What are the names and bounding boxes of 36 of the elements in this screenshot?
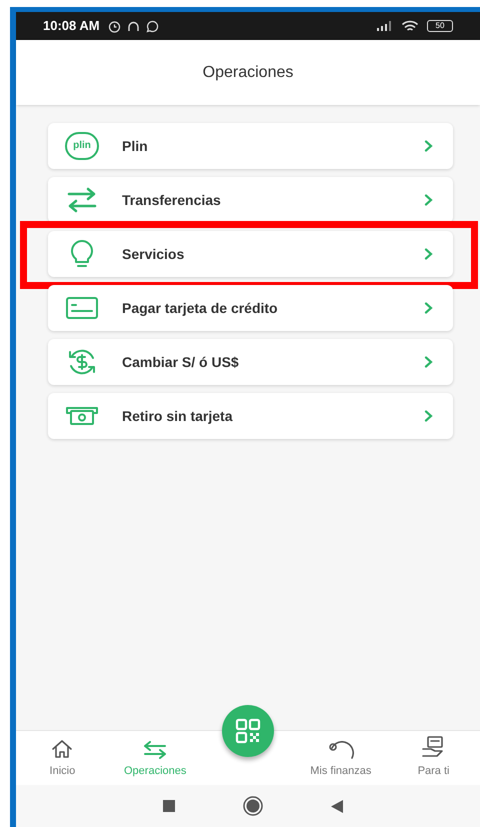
operation-item[interactable]: Servicios bbox=[48, 231, 453, 277]
wifi-icon bbox=[401, 20, 419, 32]
chevron-right-icon bbox=[424, 140, 433, 152]
swap-arrows-icon bbox=[143, 740, 168, 758]
nav-tab[interactable]: Mis finanzas bbox=[294, 731, 388, 785]
lightbulb-icon bbox=[69, 239, 95, 269]
card-icon bbox=[65, 296, 99, 320]
operation-item[interactable]: Transferencias bbox=[48, 177, 453, 223]
plin-logo: plin bbox=[65, 132, 99, 160]
operation-item[interactable]: plin Plin bbox=[48, 123, 453, 169]
headphones-icon bbox=[126, 20, 140, 32]
qr-code-icon bbox=[234, 718, 261, 744]
nav-tab[interactable]: Inicio bbox=[16, 731, 109, 785]
gauge-icon bbox=[328, 740, 354, 758]
chevron-right-icon bbox=[424, 194, 433, 206]
qr-scan-button[interactable] bbox=[222, 705, 274, 757]
transfer-arrows-icon bbox=[66, 187, 98, 213]
chevron-right-icon bbox=[424, 248, 433, 260]
back-triangle-icon[interactable] bbox=[331, 800, 343, 812]
operation-item[interactable]: Retiro sin tarjeta bbox=[48, 393, 453, 439]
cash-icon bbox=[65, 405, 99, 427]
chevron-right-icon bbox=[424, 302, 433, 314]
alarm-icon bbox=[108, 20, 121, 32]
operation-item[interactable]: Pagar tarjeta de crédito bbox=[48, 285, 453, 331]
chevron-right-icon bbox=[424, 356, 433, 368]
battery-indicator: 50 bbox=[427, 20, 453, 32]
chevron-right-icon bbox=[424, 410, 433, 422]
operation-item[interactable]: Cambiar S/ ó US$ bbox=[48, 339, 453, 385]
dollar-exchange-icon bbox=[66, 347, 98, 377]
status-time: 10:08 AM bbox=[43, 17, 100, 36]
chat-icon bbox=[146, 20, 159, 32]
home-circle-icon[interactable] bbox=[243, 796, 263, 816]
nav-tab[interactable]: Para ti bbox=[387, 731, 480, 785]
signal-icon bbox=[377, 21, 393, 31]
page-title: Operaciones bbox=[202, 62, 294, 82]
home-icon bbox=[51, 738, 74, 758]
